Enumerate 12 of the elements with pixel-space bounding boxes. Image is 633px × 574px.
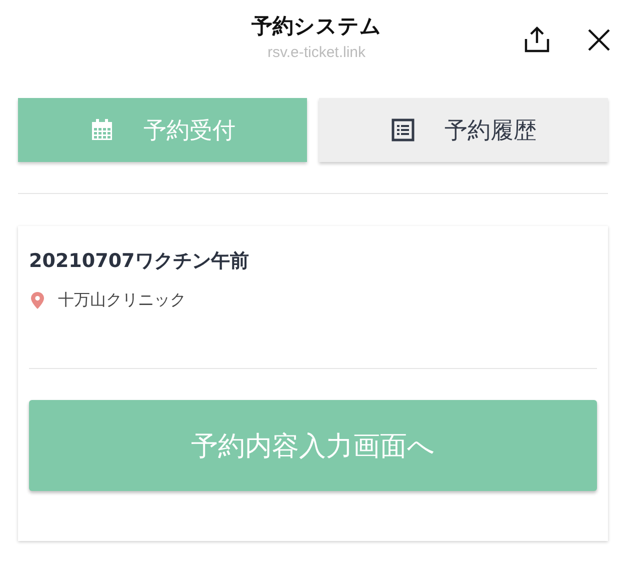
list-icon — [390, 118, 414, 142]
close-icon[interactable] — [587, 28, 611, 52]
site-url: rsv.e-ticket.link — [267, 44, 366, 61]
tab[interactable]: 予約受付 — [18, 98, 307, 162]
location-pin-icon — [31, 292, 44, 309]
share-icon[interactable] — [524, 26, 550, 53]
calendar-icon — [90, 118, 114, 142]
event-title: 20210707ワクチン午前 — [29, 249, 250, 274]
location-name: 十万山クリニック — [58, 290, 186, 311]
app-title: 予約システム — [252, 13, 382, 40]
tab[interactable]: 予約履歴 — [319, 98, 608, 162]
proceed-button[interactable]: 予約内容入力画面へ — [29, 400, 597, 491]
